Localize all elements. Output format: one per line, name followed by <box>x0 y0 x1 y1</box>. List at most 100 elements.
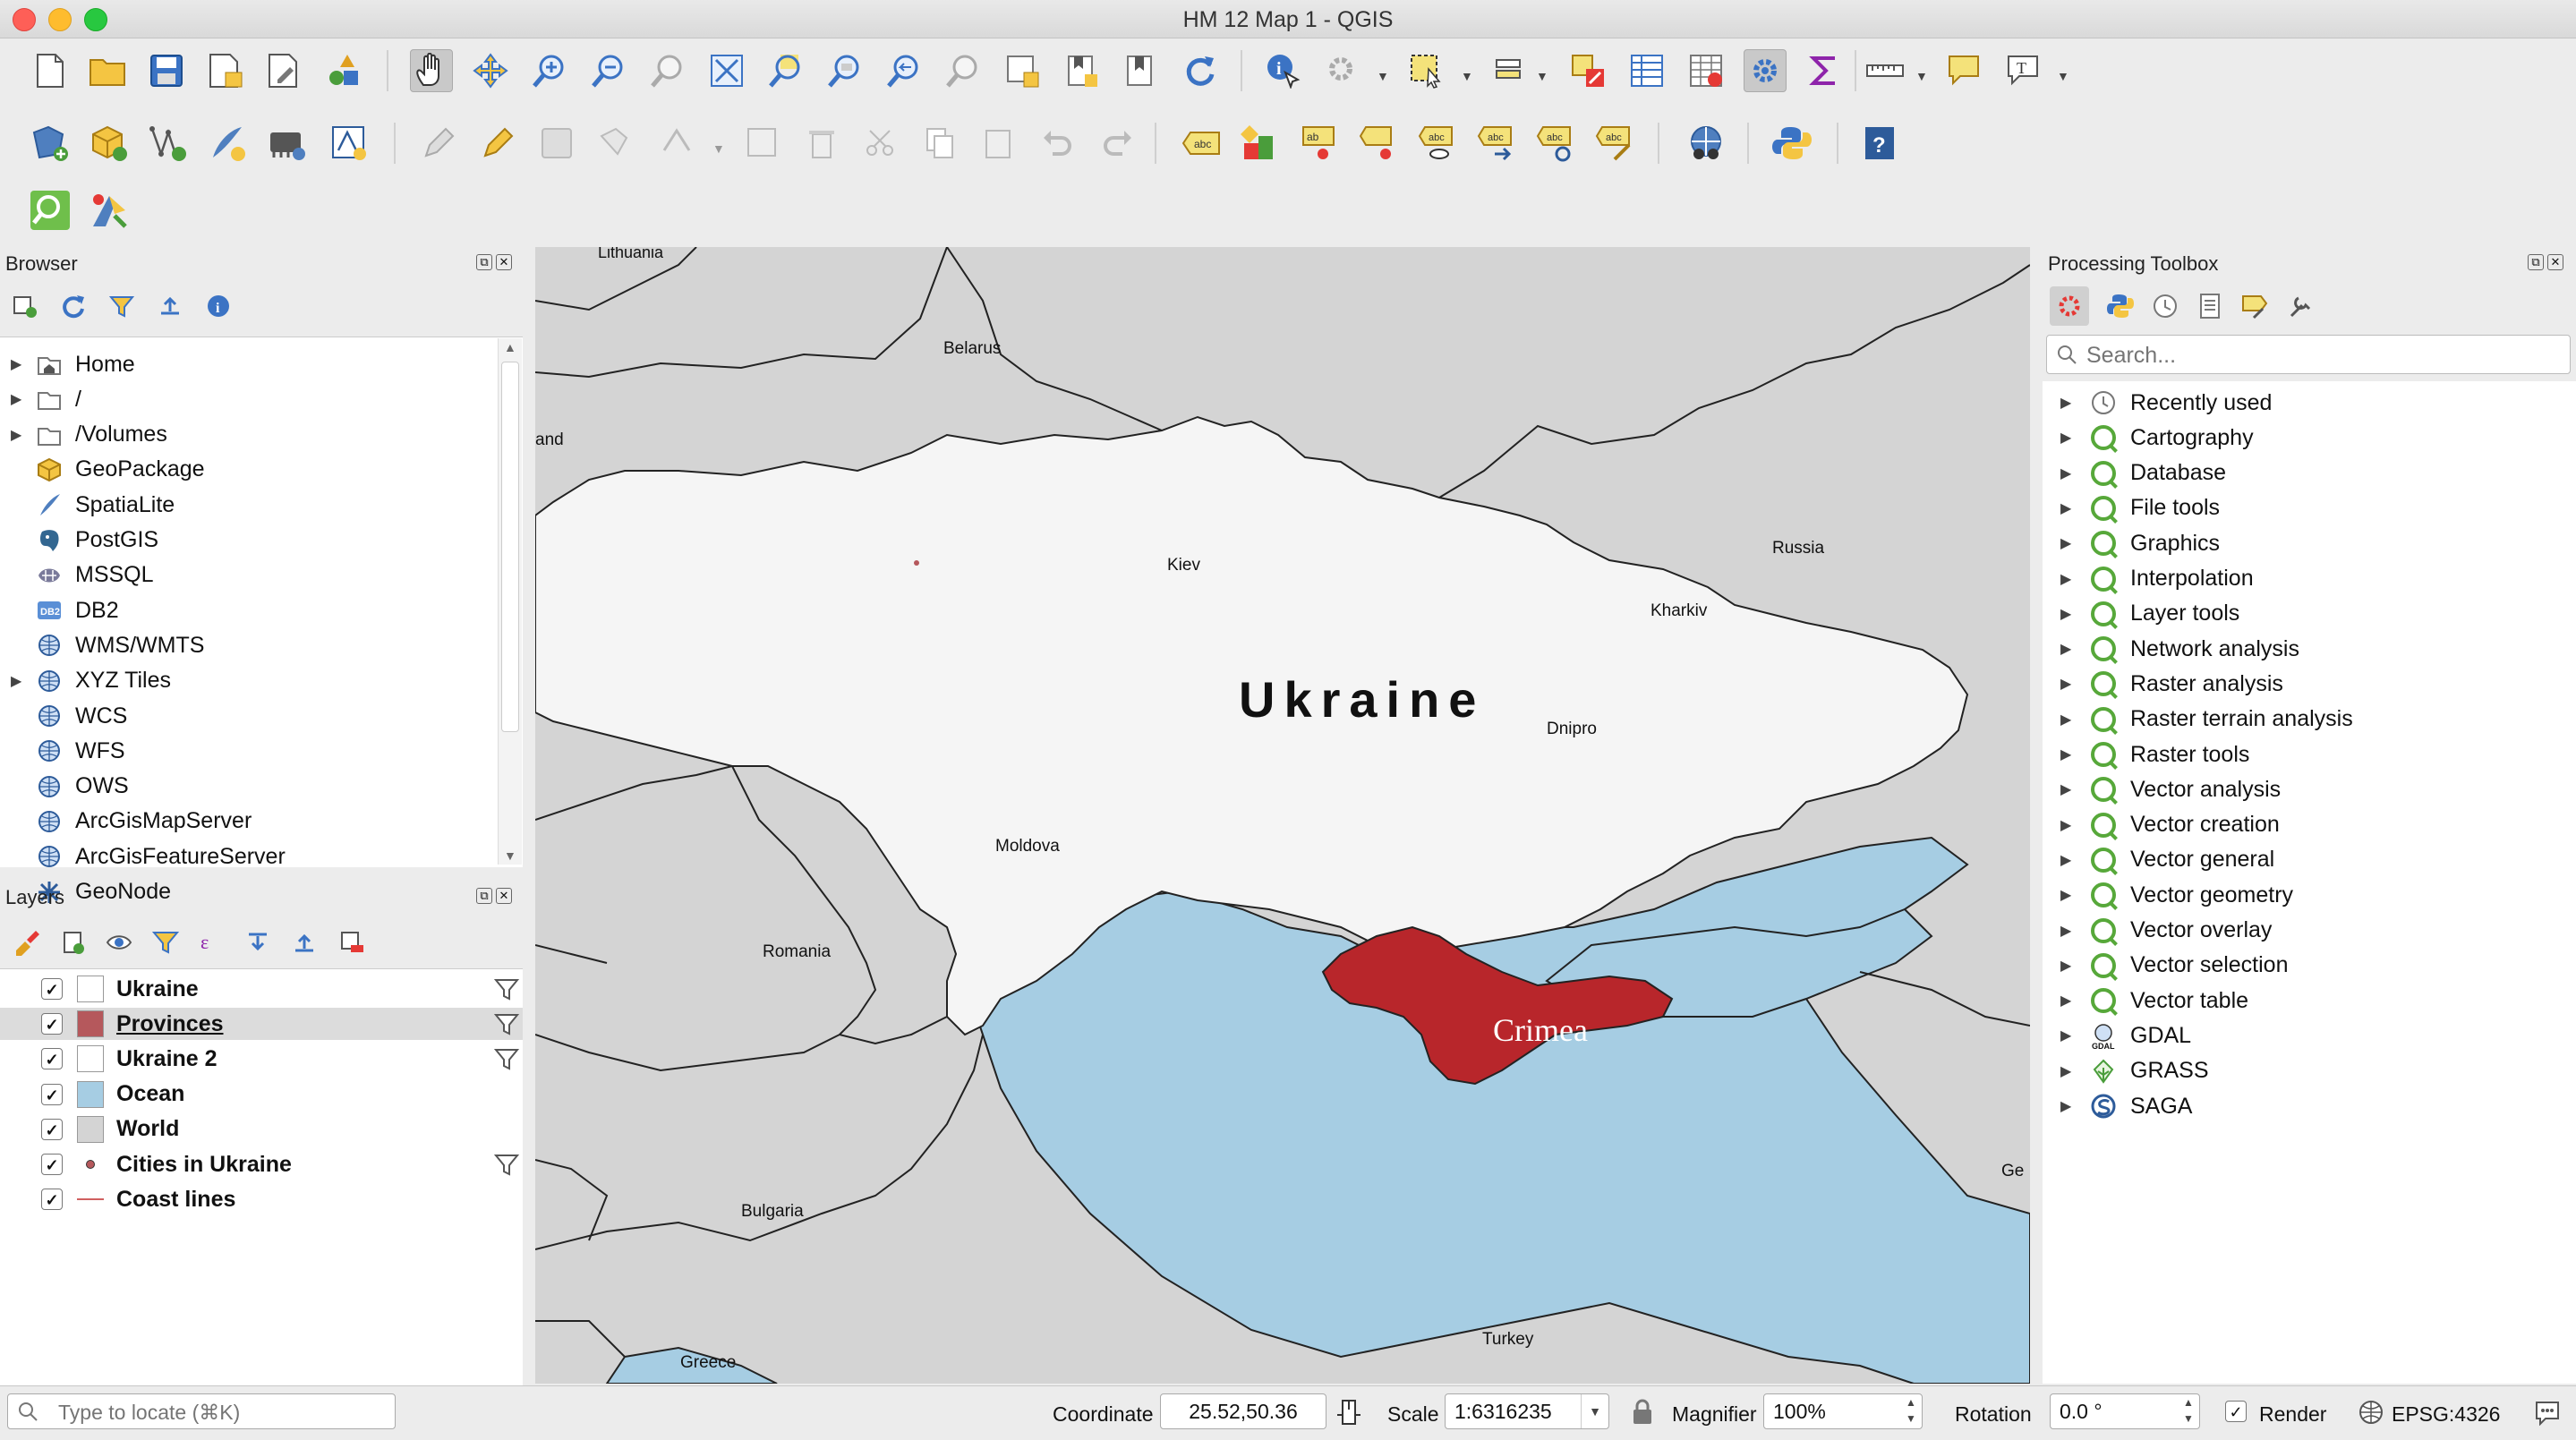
change-label-icon[interactable]: abc <box>1534 122 1577 165</box>
zoom-to-layer-icon[interactable] <box>823 49 866 92</box>
layer-visibility-checkbox[interactable]: ✓ <box>41 1048 63 1070</box>
save-project-icon[interactable] <box>145 49 188 92</box>
add-geopackage-icon[interactable] <box>88 122 131 165</box>
toolbox-group-vector-geometry[interactable]: ▶ Vector geometry <box>2043 879 2293 911</box>
map-svg[interactable]: Lithuania Belarus and Russia Kiev Kharki… <box>535 247 2030 1384</box>
toolbox-group-saga[interactable]: ▶ SAGA <box>2043 1090 2192 1122</box>
toolbox-group-vector-general[interactable]: ▶ Vector general <box>2043 844 2274 876</box>
float-panel-icon[interactable]: ⧉ <box>476 888 492 904</box>
expand-arrow-icon[interactable]: ▶ <box>2060 886 2075 904</box>
add-virtual-layer-icon[interactable] <box>265 122 308 165</box>
filter-expression-icon[interactable]: ε <box>199 929 226 956</box>
scale-field[interactable]: 1:6316235 ▼ <box>1445 1393 1609 1429</box>
toolbox-group-vector-selection[interactable]: ▶ Vector selection <box>2043 950 2289 982</box>
zoom-out-icon[interactable] <box>587 49 630 92</box>
zoom-in-icon[interactable] <box>528 49 571 92</box>
expand-arrow-icon[interactable]: ▶ <box>2060 1027 2075 1044</box>
layer-item-ukraine[interactable]: ✓ Ukraine <box>0 973 523 1005</box>
browser-item-ows[interactable]: OWS <box>0 771 129 803</box>
select-dropdown-arrow[interactable]: ▼ <box>1461 69 1473 83</box>
render-checkbox[interactable]: ✓ <box>2225 1401 2247 1422</box>
info-icon[interactable]: i <box>206 294 231 319</box>
float-panel-icon[interactable]: ⧉ <box>476 254 492 270</box>
open-project-icon[interactable] <box>86 49 129 92</box>
toolbox-group-vector-analysis[interactable]: ▶ Vector analysis <box>2043 773 2281 805</box>
magnifier-spinner[interactable]: ▲ ▼ <box>1902 1394 1920 1427</box>
expand-arrow-icon[interactable]: ▶ <box>2060 394 2075 412</box>
browser-item-wms-wmts[interactable]: WMS/WMTS <box>0 629 204 661</box>
browser-item-mssql[interactable]: MSSQL <box>0 559 154 592</box>
toolbox-group-interpolation[interactable]: ▶ Interpolation <box>2043 563 2254 595</box>
current-edits-icon[interactable] <box>476 122 519 165</box>
toolbox-group-database[interactable]: ▶ Database <box>2043 457 2226 490</box>
collapse-all-icon[interactable] <box>292 929 319 956</box>
toolbox-group-vector-overlay[interactable]: ▶ Vector overlay <box>2043 915 2272 947</box>
scale-dropdown-arrow[interactable]: ▼ <box>1581 1394 1608 1428</box>
browser-item-wfs[interactable]: WFS <box>0 735 125 767</box>
browser-item-spatialite[interactable]: SpatiaLite <box>0 489 175 521</box>
toolbox-search-input[interactable] <box>2085 341 2554 370</box>
georeferencer-icon[interactable] <box>1685 122 1727 165</box>
undo-icon[interactable] <box>1036 122 1079 165</box>
layer-styling-icon[interactable] <box>13 929 39 956</box>
diagram-tool-icon[interactable] <box>1239 122 1282 165</box>
save-as-icon[interactable] <box>204 49 247 92</box>
toolbox-group-grass[interactable]: ▶ GRASS <box>2043 1055 2209 1087</box>
crs-label[interactable]: EPSG:4326 <box>2392 1402 2500 1427</box>
field-calculator-icon[interactable] <box>1685 49 1727 92</box>
browser-item-home[interactable]: ▶ Home <box>0 348 135 380</box>
layer-item-provinces[interactable]: ✓ Provinces <box>0 1008 523 1043</box>
layers-list[interactable]: ✓ Ukraine ✓ Provinces ✓ Ukraine 2 ✓ Ocean ✓ World… <box>0 968 523 1386</box>
pin-labels-icon[interactable]: ab <box>1298 122 1341 165</box>
save-edits-icon[interactable] <box>535 122 578 165</box>
text-annotation-icon[interactable]: T <box>2001 49 2044 92</box>
deselect-icon[interactable] <box>1566 49 1609 92</box>
new-project-icon[interactable] <box>29 49 72 92</box>
layer-visibility-checkbox[interactable]: ✓ <box>41 1154 63 1175</box>
new-bookmark-icon[interactable] <box>1060 49 1103 92</box>
rotate-label-icon[interactable]: abc <box>1475 122 1518 165</box>
refresh-icon[interactable] <box>1178 49 1221 92</box>
show-hide-labels-icon[interactable] <box>1357 122 1400 165</box>
expand-arrow-icon[interactable]: ▶ <box>2060 851 2075 869</box>
annotation-dropdown-arrow[interactable]: ▼ <box>2057 69 2069 83</box>
browser-item-geopackage[interactable]: GeoPackage <box>0 454 205 486</box>
filter-legend-icon[interactable] <box>152 929 179 956</box>
toolbox-group-raster-terrain-analysis[interactable]: ▶ Raster terrain analysis <box>2043 703 2353 736</box>
expand-arrow-icon[interactable]: ▶ <box>11 672 25 690</box>
coordinate-field[interactable]: 25.52,50.36 <box>1160 1393 1326 1429</box>
pan-to-selection-icon[interactable] <box>469 49 512 92</box>
add-delimited-text-icon[interactable] <box>147 122 190 165</box>
select-features-icon[interactable] <box>1405 49 1448 92</box>
expand-arrow-icon[interactable]: ▶ <box>2060 957 2075 975</box>
toolbox-group-gdal[interactable]: ▶ GDAL GDAL <box>2043 1019 2191 1052</box>
layer-visibility-checkbox[interactable]: ✓ <box>41 1118 63 1140</box>
toolbox-group-layer-tools[interactable]: ▶ Layer tools <box>2043 598 2239 630</box>
toolbox-search-field[interactable] <box>2046 335 2571 374</box>
print-layout-icon[interactable] <box>263 49 306 92</box>
new-map-view-icon[interactable] <box>1001 49 1044 92</box>
lock-scale-icon[interactable] <box>1631 1399 1654 1426</box>
expand-arrow-icon[interactable]: ▶ <box>2060 816 2075 834</box>
processing-toolbox-icon[interactable] <box>1744 49 1787 92</box>
toolbox-group-raster-tools[interactable]: ▶ Raster tools <box>2043 738 2249 771</box>
cut-features-icon[interactable] <box>859 122 902 165</box>
layer-filter-icon[interactable] <box>493 1011 520 1043</box>
layer-item-ocean[interactable]: ✓ Ocean <box>0 1078 523 1111</box>
label-properties-icon[interactable]: abc <box>1593 122 1636 165</box>
expand-arrow-icon[interactable]: ▶ <box>2060 534 2075 552</box>
browser-item-db2[interactable]: DB2 DB2 <box>0 594 119 626</box>
crs-globe-icon[interactable] <box>2358 1399 2384 1426</box>
new-shapefile-icon[interactable] <box>328 122 371 165</box>
measure-icon[interactable] <box>1864 49 1906 92</box>
expand-arrow-icon[interactable]: ▶ <box>2060 992 2075 1010</box>
browser-item-xyz-tiles[interactable]: ▶ XYZ Tiles <box>0 665 171 697</box>
modify-attributes-icon[interactable] <box>741 122 784 165</box>
browser-scroll-thumb[interactable] <box>501 362 519 732</box>
history-icon[interactable] <box>2152 293 2179 320</box>
add-spatialite-icon[interactable] <box>206 122 249 165</box>
select-by-value-icon[interactable] <box>1489 49 1532 92</box>
browser-scrollbar[interactable]: ▲ ▼ <box>498 338 522 865</box>
plugin-icon[interactable] <box>88 189 131 232</box>
actions-dropdown-arrow[interactable]: ▼ <box>1377 69 1389 83</box>
